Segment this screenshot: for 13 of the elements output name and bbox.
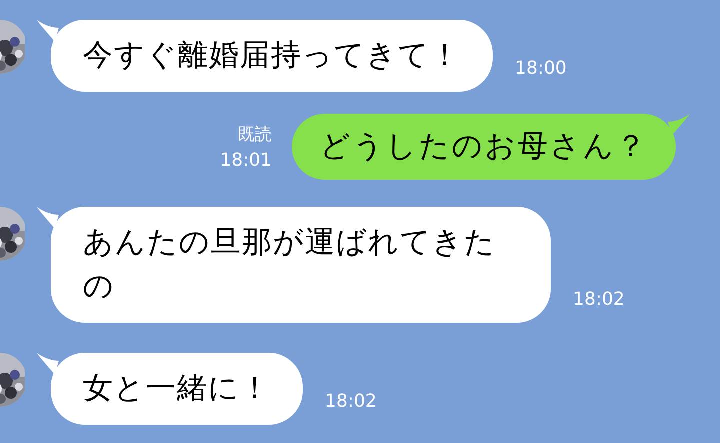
bubble-tail: [37, 20, 59, 42]
bubble-tail: [668, 114, 690, 136]
bubble-tail: [37, 353, 59, 375]
message-time: 18:02: [573, 288, 625, 312]
message-bubble: 女と一緒に！: [51, 353, 303, 425]
read-label: 既読: [238, 124, 272, 147]
message-bubble: どうしたのお母さん？: [292, 114, 676, 180]
message-time: 18:01: [220, 149, 272, 173]
message-time: 18:00: [515, 57, 567, 81]
message-bubble: 今すぐ離婚届持ってきて！: [51, 20, 493, 92]
bubble-tail: [37, 207, 59, 229]
message-time: 18:02: [325, 390, 377, 414]
message-bubble: あんたの旦那が運ばれてきたの: [51, 207, 551, 323]
